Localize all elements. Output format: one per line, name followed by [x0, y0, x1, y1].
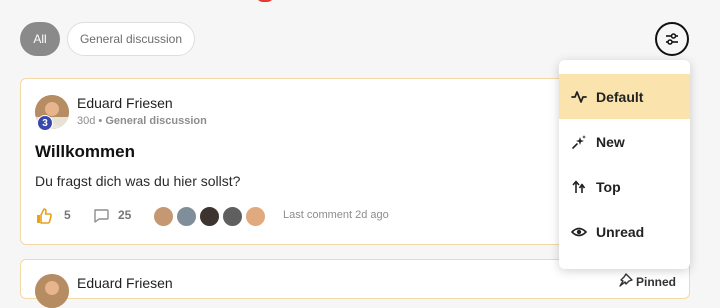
participant-avatar[interactable] — [176, 206, 197, 227]
sort-option-default[interactable]: Default — [559, 74, 690, 119]
filter-chip-all[interactable]: All — [20, 22, 60, 56]
user-level-badge: 3 — [37, 115, 53, 131]
topic-title[interactable]: Willkommen — [35, 142, 135, 162]
participant-avatar[interactable] — [245, 206, 266, 227]
last-comment-time: Last comment 2d ago — [283, 209, 389, 221]
sparkle-icon — [571, 134, 587, 150]
participant-avatar[interactable] — [199, 206, 220, 227]
comment-count: 25 — [118, 208, 132, 222]
topic-meta: 30d • General discussion — [77, 115, 207, 127]
meta-separator: • — [98, 115, 103, 127]
sort-option-label: Top — [596, 178, 621, 195]
partial-red-badge — [256, 0, 274, 2]
sort-option-label: Default — [596, 88, 644, 105]
pinned-label: Pinned — [636, 275, 677, 289]
sort-option-label: Unread — [596, 223, 645, 240]
eye-icon — [571, 224, 587, 240]
activity-icon — [571, 89, 587, 105]
participant-avatars[interactable] — [153, 206, 273, 228]
sort-option-top[interactable]: Top — [559, 164, 690, 209]
sort-option-label: New — [596, 133, 625, 150]
comment-icon[interactable] — [92, 207, 110, 225]
sort-option-new[interactable]: New — [559, 119, 690, 164]
sort-menu: Default New Top Unread — [559, 60, 690, 269]
pin-icon — [619, 273, 633, 287]
filter-chip-general-discussion[interactable]: General discussion — [67, 22, 195, 56]
sort-filter-button[interactable] — [655, 22, 689, 56]
author-name[interactable]: Eduard Friesen — [77, 275, 173, 291]
author-name[interactable]: Eduard Friesen — [77, 95, 173, 111]
topic-category[interactable]: General discussion — [105, 115, 206, 127]
topic-age: 30d — [77, 115, 96, 127]
participant-avatar[interactable] — [222, 206, 243, 227]
thumbs-up-icon[interactable] — [35, 207, 53, 225]
sort-arrows-icon — [571, 179, 587, 195]
participant-avatar[interactable] — [153, 206, 174, 227]
avatar[interactable] — [35, 274, 69, 308]
sort-option-unread[interactable]: Unread — [559, 209, 690, 254]
like-count: 5 — [64, 208, 71, 222]
sliders-icon — [666, 33, 678, 45]
top-partial-strip — [250, 0, 410, 2]
topic-excerpt: Du fragst dich was du hier sollst? — [35, 173, 241, 189]
